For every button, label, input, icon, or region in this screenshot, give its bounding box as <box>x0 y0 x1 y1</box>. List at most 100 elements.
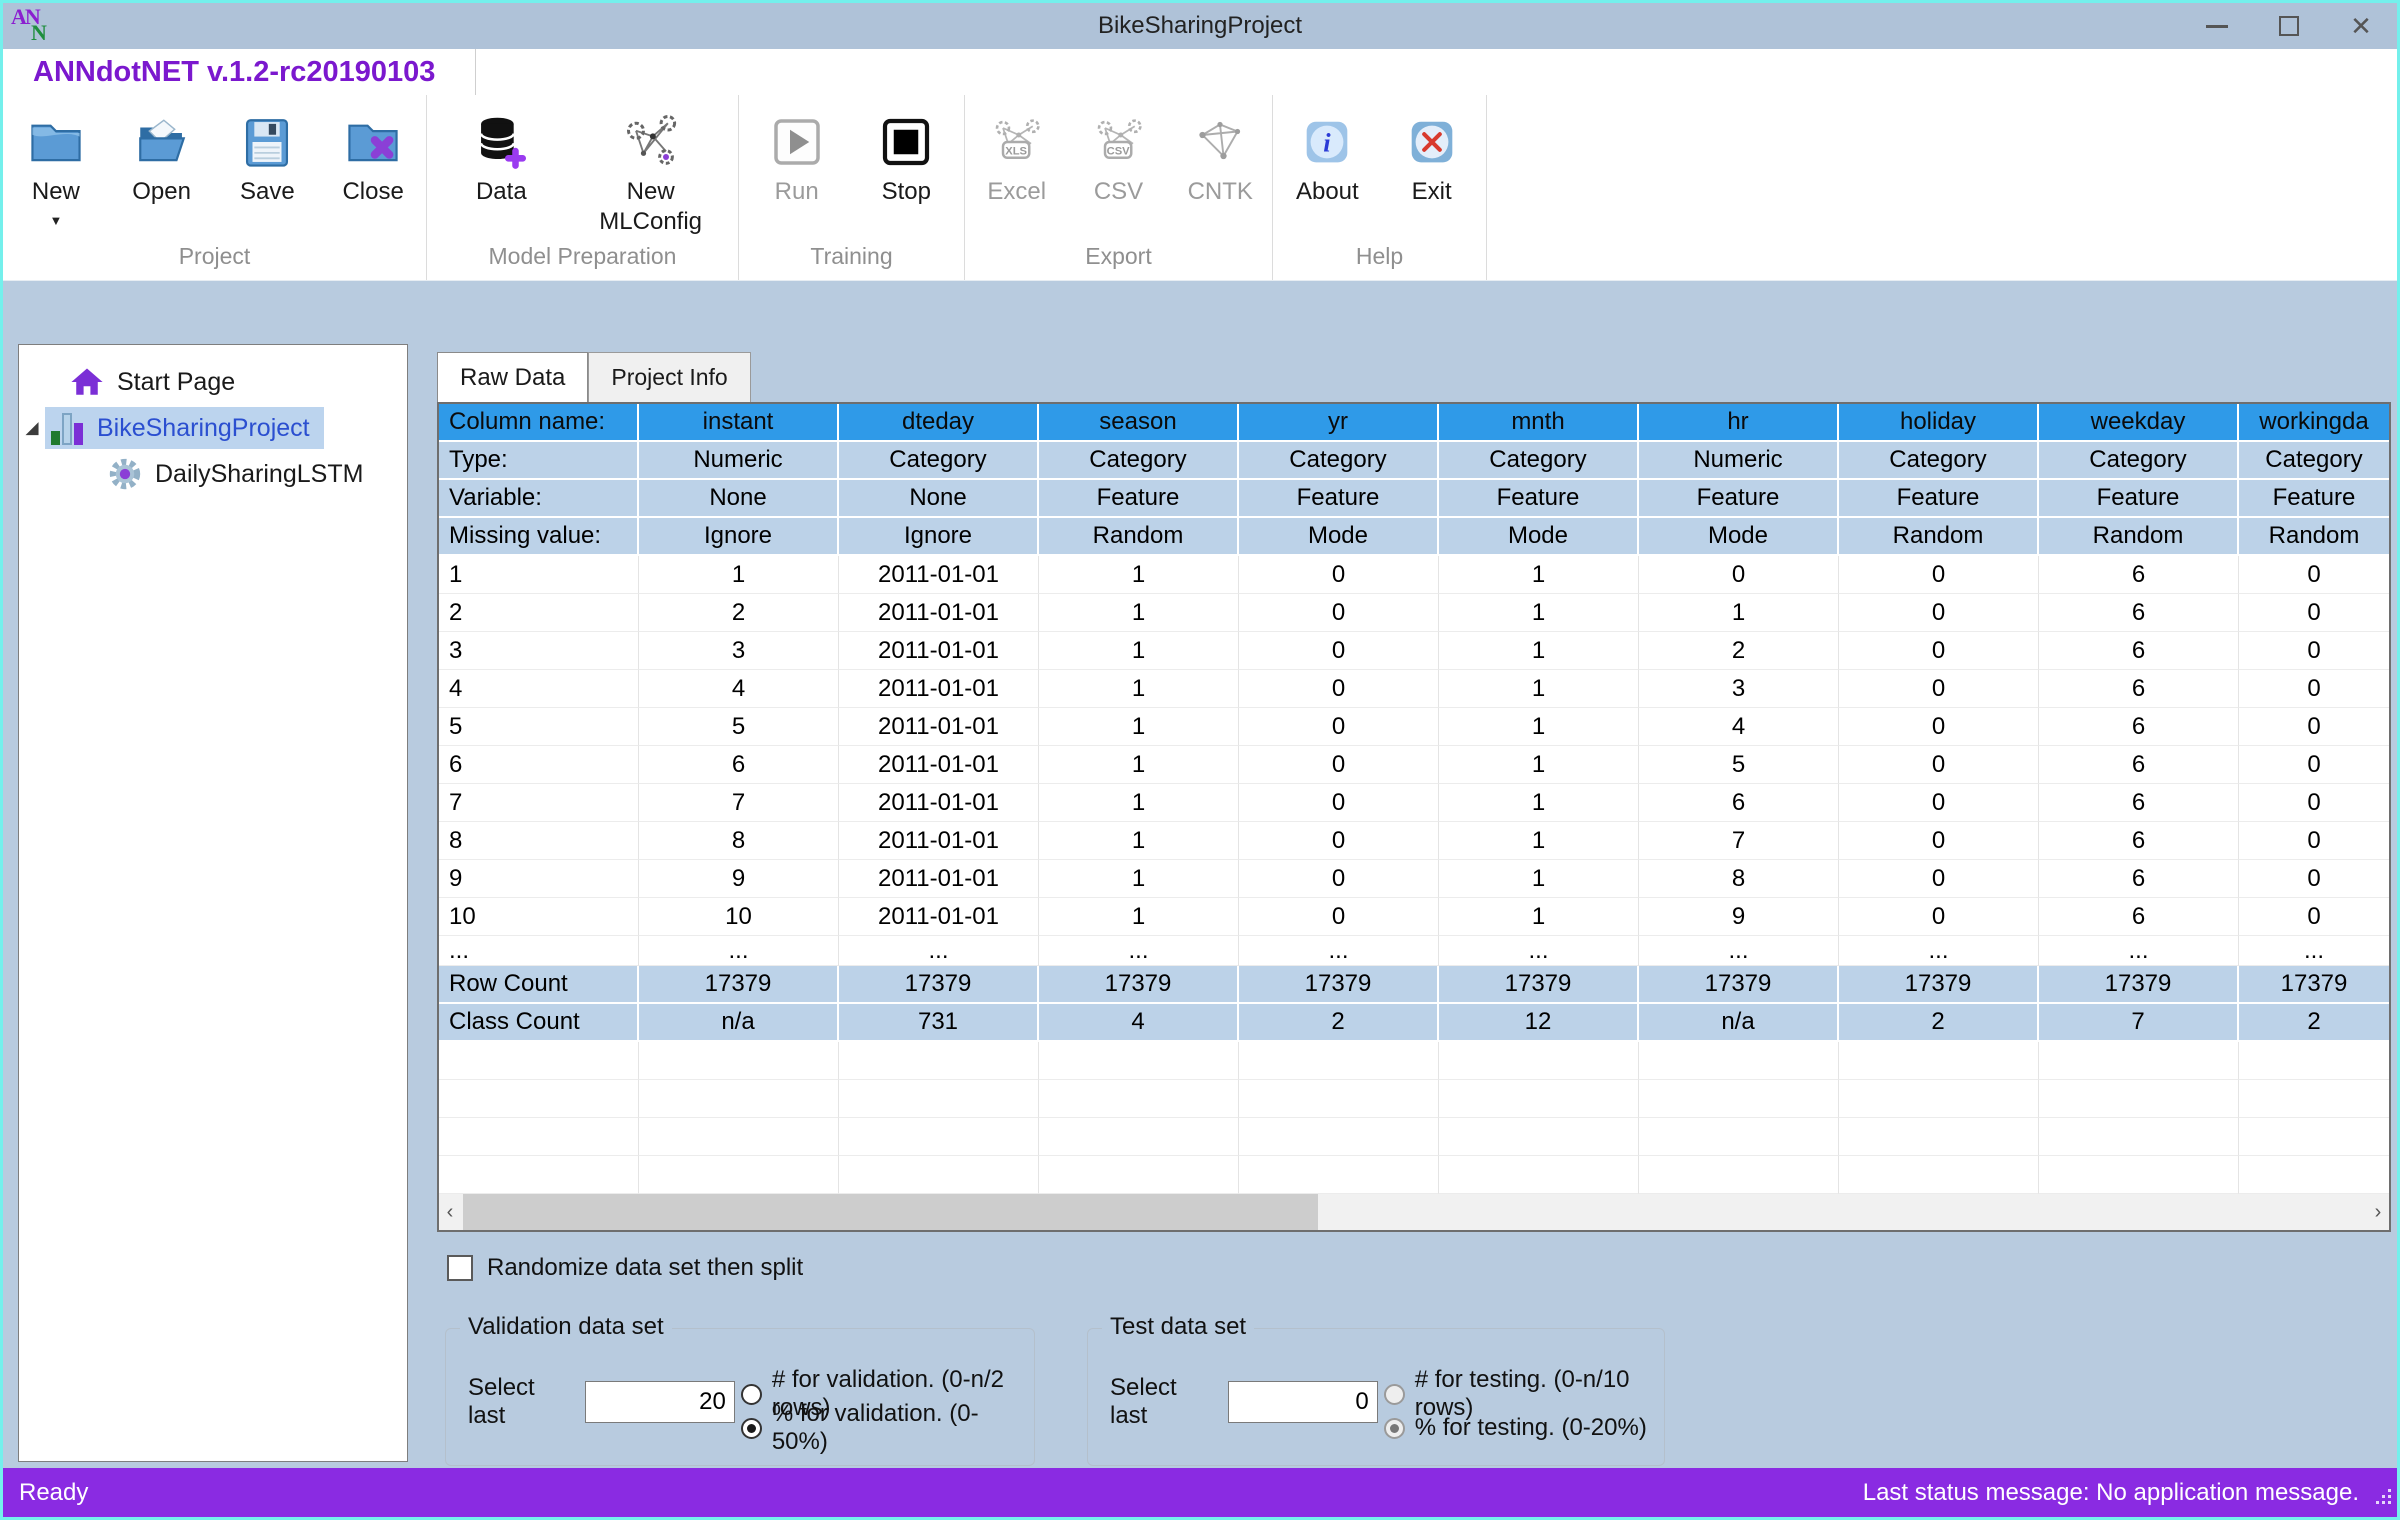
grid-cell[interactable]: 2 <box>2239 1004 2389 1042</box>
grid-cell[interactable] <box>1639 1080 1839 1118</box>
sidebar-item-mlconfig[interactable]: DailySharingLSTM <box>19 451 407 497</box>
grid-cell[interactable]: 0 <box>2239 822 2389 860</box>
grid-cell[interactable]: 2011-01-01 <box>839 746 1039 784</box>
grid-row-header[interactable] <box>439 1118 639 1156</box>
grid-cell[interactable]: instant <box>639 404 839 442</box>
grid-cell[interactable]: ... <box>1439 936 1639 966</box>
grid-cell[interactable]: 2 <box>1639 632 1839 670</box>
grid-cell[interactable]: n/a <box>1639 1004 1839 1042</box>
grid-row-header[interactable]: Missing value: <box>439 518 639 556</box>
grid-cell[interactable]: 0 <box>1839 784 2039 822</box>
grid-cell[interactable]: 0 <box>1239 822 1439 860</box>
grid-cell[interactable]: 0 <box>2239 784 2389 822</box>
radio-checked-icon[interactable] <box>1384 1418 1405 1439</box>
grid-cell[interactable]: 0 <box>1239 556 1439 594</box>
grid-cell[interactable]: 0 <box>1839 822 2039 860</box>
grid-cell[interactable] <box>1639 1042 1839 1080</box>
grid-cell[interactable]: 7 <box>639 784 839 822</box>
grid-row-header[interactable]: 9 <box>439 860 639 898</box>
grid-cell[interactable] <box>839 1118 1039 1156</box>
grid-row-header[interactable] <box>439 1080 639 1118</box>
grid-cell[interactable]: Feature <box>1239 480 1439 518</box>
grid-cell[interactable]: 1 <box>1439 594 1639 632</box>
grid-cell[interactable]: 1 <box>1039 670 1239 708</box>
grid-cell[interactable] <box>839 1042 1039 1080</box>
grid-cell[interactable]: 6 <box>639 746 839 784</box>
grid-cell[interactable]: 0 <box>2239 708 2389 746</box>
grid-cell[interactable]: 0 <box>1239 708 1439 746</box>
grid-row-header[interactable]: Variable: <box>439 480 639 518</box>
scrollbar-thumb[interactable] <box>463 1194 1318 1230</box>
grid-cell[interactable]: 1 <box>1039 822 1239 860</box>
run-button[interactable]: Run <box>745 105 849 237</box>
grid-row-header[interactable]: Class Count <box>439 1004 639 1042</box>
grid-cell[interactable]: ... <box>1839 936 2039 966</box>
grid-cell[interactable]: 731 <box>839 1004 1039 1042</box>
grid-cell[interactable] <box>2239 1118 2389 1156</box>
grid-cell[interactable]: Feature <box>1039 480 1239 518</box>
export-csv-button[interactable]: CSV CSV <box>1069 105 1169 237</box>
grid-cell[interactable]: 17379 <box>839 966 1039 1004</box>
grid-row-header[interactable]: 2 <box>439 594 639 632</box>
grid-row-header[interactable]: 4 <box>439 670 639 708</box>
grid-cell[interactable]: Category <box>1039 442 1239 480</box>
grid-cell[interactable]: 0 <box>1239 670 1439 708</box>
grid-cell[interactable]: 4 <box>639 670 839 708</box>
grid-cell[interactable]: 1 <box>1639 594 1839 632</box>
grid-cell[interactable] <box>1039 1118 1239 1156</box>
grid-cell[interactable]: 17379 <box>2239 966 2389 1004</box>
grid-cell[interactable] <box>1839 1080 2039 1118</box>
grid-cell[interactable]: 2 <box>1839 1004 2039 1042</box>
grid-cell[interactable]: 10 <box>639 898 839 936</box>
grid-cell[interactable]: hr <box>1639 404 1839 442</box>
grid-cell[interactable] <box>2239 1080 2389 1118</box>
grid-cell[interactable]: 9 <box>639 860 839 898</box>
grid-cell[interactable]: mnth <box>1439 404 1639 442</box>
grid-cell[interactable]: Feature <box>1639 480 1839 518</box>
exit-button[interactable]: Exit <box>1382 105 1482 237</box>
grid-cell[interactable]: None <box>839 480 1039 518</box>
grid-cell[interactable]: 2 <box>1239 1004 1439 1042</box>
grid-cell[interactable]: 7 <box>1639 822 1839 860</box>
data-button[interactable]: Data <box>439 105 563 237</box>
grid-cell[interactable]: 0 <box>1839 594 2039 632</box>
grid-cell[interactable]: Category <box>2239 442 2389 480</box>
grid-cell[interactable]: 1 <box>1039 784 1239 822</box>
grid-cell[interactable]: 3 <box>639 632 839 670</box>
test-count-input[interactable] <box>1228 1381 1378 1423</box>
grid-cell[interactable]: 1 <box>1039 898 1239 936</box>
open-button[interactable]: Open <box>109 105 215 237</box>
grid-cell[interactable]: weekday <box>2039 404 2239 442</box>
grid-cell[interactable]: Feature <box>1839 480 2039 518</box>
grid-cell[interactable]: Mode <box>1639 518 1839 556</box>
grid-row-header[interactable]: Type: <box>439 442 639 480</box>
tree-expander-icon[interactable]: ◢ <box>19 418 45 438</box>
grid-cell[interactable] <box>2039 1156 2239 1194</box>
grid-cell[interactable] <box>2039 1118 2239 1156</box>
grid-row-header[interactable]: 3 <box>439 632 639 670</box>
scroll-right-icon[interactable]: › <box>2367 1201 2389 1224</box>
sidebar-item-start-page[interactable]: Start Page <box>19 359 407 405</box>
validation-count-input[interactable] <box>585 1381 735 1423</box>
grid-cell[interactable]: 0 <box>1239 898 1439 936</box>
radio-checked-icon[interactable] <box>741 1418 762 1439</box>
grid-cell[interactable]: 1 <box>1039 860 1239 898</box>
grid-cell[interactable]: 6 <box>2039 784 2239 822</box>
grid-cell[interactable]: 2011-01-01 <box>839 594 1039 632</box>
grid-cell[interactable]: ... <box>639 936 839 966</box>
grid-cell[interactable] <box>1839 1042 2039 1080</box>
grid-row-header[interactable]: 1 <box>439 556 639 594</box>
grid-cell[interactable]: Ignore <box>839 518 1039 556</box>
grid-cell[interactable]: 0 <box>1839 860 2039 898</box>
export-cntk-button[interactable]: CNTK <box>1170 105 1270 237</box>
grid-cell[interactable]: ... <box>839 936 1039 966</box>
close-project-button[interactable]: Close <box>320 105 426 237</box>
grid-cell[interactable]: 2011-01-01 <box>839 822 1039 860</box>
grid-cell[interactable]: 0 <box>1239 784 1439 822</box>
grid-cell[interactable]: 17379 <box>1239 966 1439 1004</box>
grid-cell[interactable]: yr <box>1239 404 1439 442</box>
grid-cell[interactable] <box>839 1156 1039 1194</box>
grid-cell[interactable]: Feature <box>1439 480 1639 518</box>
grid-cell[interactable] <box>639 1156 839 1194</box>
grid-cell[interactable]: 0 <box>1239 594 1439 632</box>
